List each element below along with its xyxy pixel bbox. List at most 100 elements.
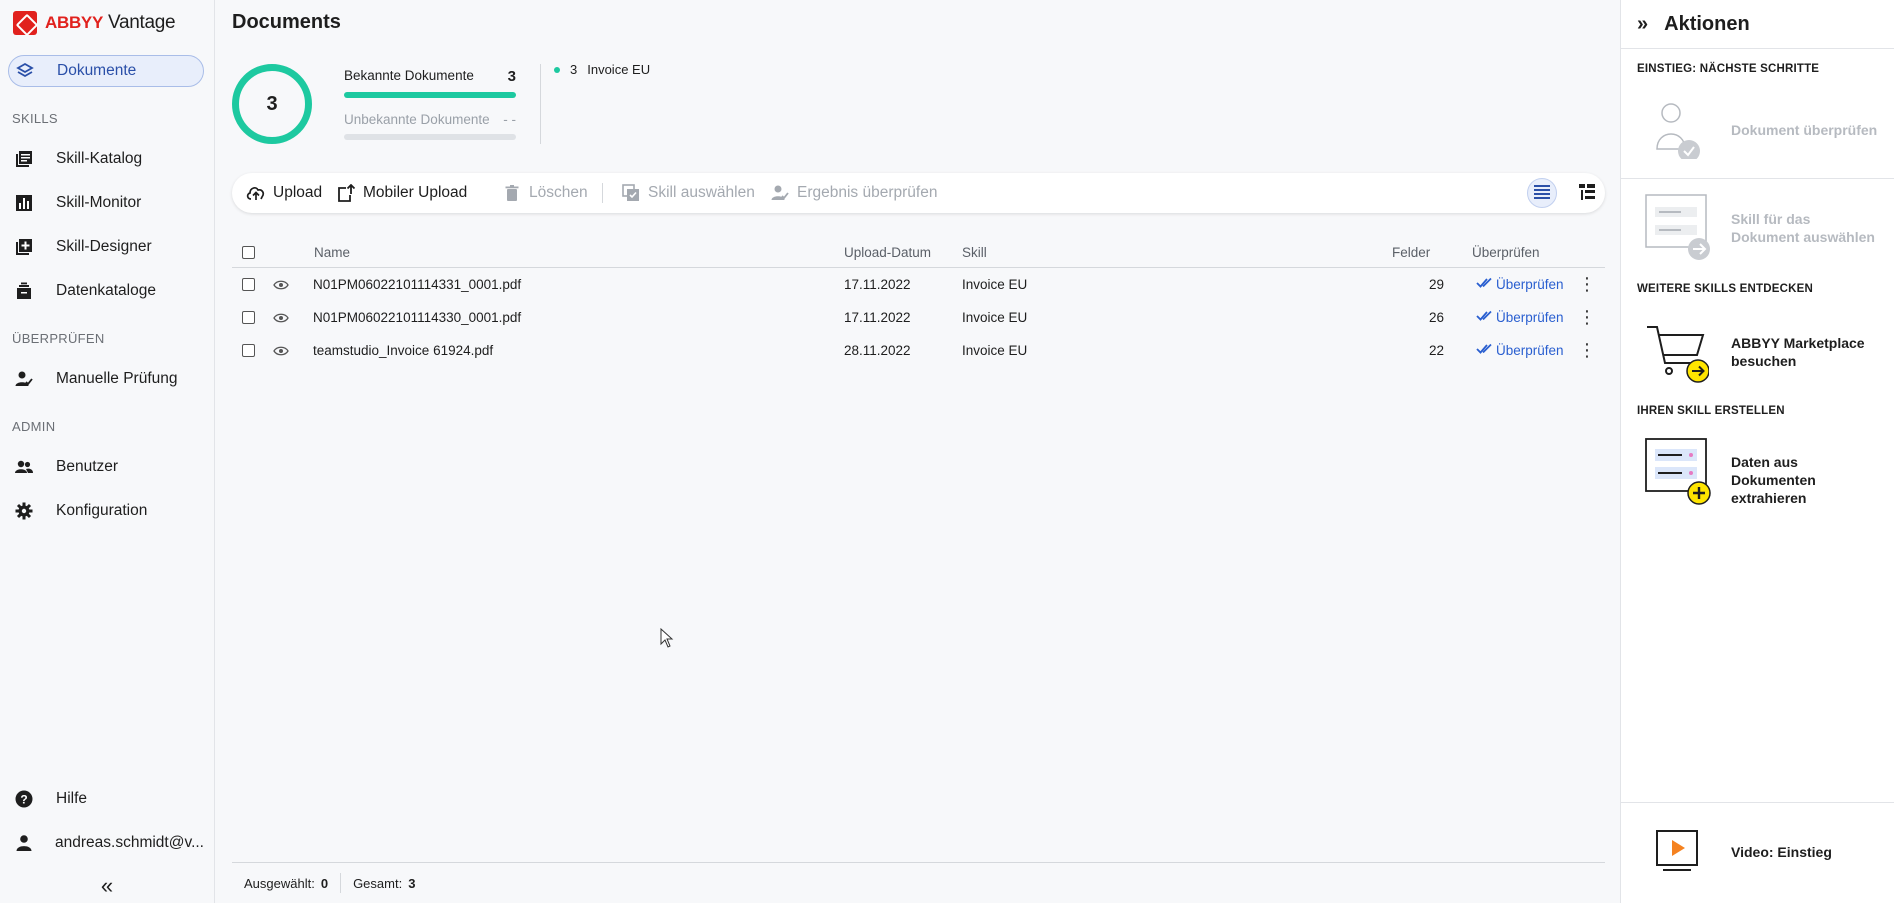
- review-result-button[interactable]: Ergebnis überprüfen: [770, 173, 937, 213]
- mobile-upload-icon: [336, 183, 356, 203]
- select-skill-label: Skill auswählen: [648, 184, 755, 201]
- unknown-documents-bar: [344, 134, 516, 140]
- preview-eye-icon[interactable]: [273, 301, 289, 334]
- double-check-icon: [1476, 343, 1492, 358]
- page-title: Documents: [232, 11, 341, 33]
- column-header-fields[interactable]: Felder: [1392, 238, 1430, 267]
- add-box-icon: [12, 235, 36, 259]
- catalog-icon: [12, 147, 36, 171]
- review-document-card[interactable]: Dokument überprüfen: [1621, 99, 1894, 162]
- person-icon: [12, 831, 35, 855]
- users-icon: [12, 455, 36, 479]
- select-all-checkbox[interactable]: [242, 246, 255, 259]
- column-header-review[interactable]: Überprüfen: [1472, 238, 1540, 267]
- abbyy-vantage-logo[interactable]: ABBYY Vantage: [13, 10, 176, 36]
- skill-legend-item: 3 Invoice EU: [554, 62, 650, 77]
- upload-button[interactable]: Upload: [246, 173, 322, 213]
- panel-title: Aktionen: [1664, 12, 1750, 35]
- section-next-steps: EINSTIEG: NÄCHSTE SCHRITTE: [1637, 63, 1820, 75]
- sidebar-item-documents[interactable]: Dokumente: [8, 55, 204, 87]
- skill-name: Invoice EU: [962, 310, 1028, 325]
- table-header: Name Upload-Datum Skill Felder Überprüfe…: [232, 238, 1605, 268]
- sidebar-item-skill-monitor[interactable]: Skill-Monitor: [8, 187, 204, 219]
- person-check-icon: [770, 183, 790, 203]
- abbyy-logo-icon: [13, 11, 37, 35]
- documents-table: Name Upload-Datum Skill Felder Überprüfe…: [232, 238, 1605, 367]
- collapse-sidebar-icon[interactable]: «: [96, 873, 118, 898]
- cloud-upload-icon: [246, 183, 266, 203]
- extract-data-card[interactable]: Daten aus Dokumenten extrahieren: [1621, 437, 1894, 506]
- sidebar-item-label: Benutzer: [56, 458, 119, 475]
- review-link-label: Überprüfen: [1496, 343, 1564, 358]
- video-intro-card[interactable]: Video: Einstieg: [1621, 829, 1894, 876]
- help-icon: ?: [12, 787, 36, 811]
- column-header-skill[interactable]: Skill: [962, 238, 987, 267]
- section-label-review: ÜBERPRÜFEN: [12, 331, 105, 346]
- preview-eye-icon[interactable]: [273, 268, 289, 301]
- section-label-admin: ADMIN: [12, 419, 56, 434]
- more-vert-icon[interactable]: ⋮: [1578, 334, 1596, 367]
- review-link[interactable]: Überprüfen: [1476, 301, 1564, 334]
- marketplace-card[interactable]: ABBYY Marketplace besuchen: [1621, 322, 1894, 388]
- unknown-documents-label: Unbekannte Dokumente: [344, 112, 490, 127]
- select-skill-card[interactable]: Skill für das Dokument auswählen: [1621, 193, 1894, 264]
- sidebar-item-account[interactable]: andreas.schmidt@v...: [8, 827, 204, 859]
- sidebar-item-skill-designer[interactable]: Skill-Designer: [8, 231, 204, 263]
- table-row[interactable]: N01PM06022101114330_0001.pdf 17.11.2022 …: [232, 301, 1605, 334]
- sidebar-item-label: Konfiguration: [56, 502, 148, 519]
- sidebar-item-data-catalogs[interactable]: Datenkataloge: [8, 275, 204, 307]
- document-name[interactable]: N01PM06022101114330_0001.pdf: [313, 301, 521, 334]
- sidebar-item-configuration[interactable]: Konfiguration: [8, 495, 204, 527]
- table-footer: Ausgewählt: 0 Gesamt: 3: [232, 862, 1605, 903]
- review-link[interactable]: Überprüfen: [1476, 268, 1564, 301]
- video-play-icon: [1655, 829, 1699, 876]
- preview-eye-icon[interactable]: [273, 334, 289, 367]
- document-name[interactable]: teamstudio_Invoice 61924.pdf: [313, 334, 493, 367]
- row-checkbox[interactable]: [242, 278, 255, 291]
- sidebar-item-label: Datenkataloge: [56, 282, 156, 299]
- sidebar-item-manual-review[interactable]: Manuelle Prüfung: [8, 363, 204, 395]
- document-skill-illustration-icon: [1645, 193, 1711, 264]
- documents-total-donut: 3: [232, 64, 312, 144]
- grouped-view-button[interactable]: [1572, 178, 1602, 208]
- mouse-cursor-icon: [660, 627, 674, 651]
- more-vert-icon[interactable]: ⋮: [1578, 301, 1596, 334]
- review-link-label: Überprüfen: [1496, 310, 1564, 325]
- review-link[interactable]: Überprüfen: [1476, 334, 1564, 367]
- column-header-name[interactable]: Name: [314, 238, 350, 267]
- delete-button[interactable]: Löschen: [502, 173, 588, 213]
- select-skill-button[interactable]: Skill auswählen: [621, 173, 755, 213]
- skill-name: Invoice EU: [962, 277, 1028, 292]
- gear-icon: [12, 499, 36, 523]
- unknown-documents-count: - -: [503, 112, 516, 127]
- more-vert-icon[interactable]: ⋮: [1578, 268, 1596, 301]
- mobile-upload-button[interactable]: Mobiler Upload: [336, 173, 467, 213]
- table-row[interactable]: teamstudio_Invoice 61924.pdf 28.11.2022 …: [232, 334, 1605, 367]
- summary-divider: [540, 64, 541, 144]
- sidebar-item-label: Hilfe: [56, 790, 88, 807]
- row-checkbox[interactable]: [242, 311, 255, 324]
- sidebar-item-skill-catalog[interactable]: Skill-Katalog: [8, 143, 204, 175]
- upload-label: Upload: [273, 184, 323, 201]
- sidebar-item-help[interactable]: ? Hilfe: [8, 783, 204, 815]
- sidebar: ABBYY Vantage Dokumente SKILLS Skill-Kat…: [0, 0, 215, 903]
- list-view-button[interactable]: [1527, 178, 1557, 208]
- list-icon: [1534, 184, 1550, 202]
- skill-name: Invoice EU: [962, 343, 1028, 358]
- known-documents-count: 3: [507, 68, 516, 85]
- delete-label: Löschen: [529, 184, 588, 201]
- row-checkbox[interactable]: [242, 344, 255, 357]
- collapse-panel-icon[interactable]: »: [1637, 13, 1648, 36]
- sidebar-item-users[interactable]: Benutzer: [8, 451, 204, 483]
- column-header-upload-date[interactable]: Upload-Datum: [844, 238, 931, 267]
- fields-count: 22: [1429, 343, 1445, 358]
- double-check-icon: [1476, 277, 1492, 292]
- person-check-illustration-icon: [1645, 99, 1701, 162]
- table-row[interactable]: N01PM06022101114331_0001.pdf 17.11.2022 …: [232, 268, 1605, 301]
- sidebar-item-label: Dokumente: [57, 62, 137, 79]
- select-skill-label: Skill für das Dokument auswählen: [1731, 211, 1875, 245]
- review-link-label: Überprüfen: [1496, 277, 1564, 292]
- fields-count: 29: [1429, 277, 1445, 292]
- fields-count: 26: [1429, 310, 1445, 325]
- document-name[interactable]: N01PM06022101114331_0001.pdf: [313, 268, 521, 301]
